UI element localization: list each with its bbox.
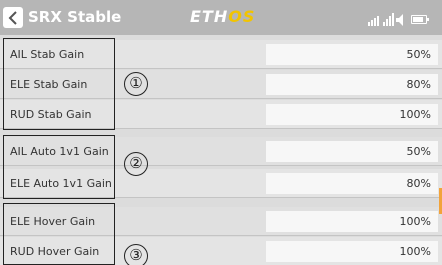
- row-label: ELE Hover Gain: [10, 214, 96, 228]
- setting-row-rud-stab-gain[interactable]: RUD Stab Gain 100%: [0, 100, 442, 129]
- setting-row-ele-auto-1v1-gain[interactable]: ELE Auto 1v1 Gain 80%: [0, 169, 442, 198]
- group-number-badge: ③: [124, 244, 148, 265]
- group-number-badge: ①: [124, 72, 148, 96]
- row-value-field[interactable]: 80%: [266, 172, 438, 194]
- settings-list: AIL Stab Gain 50% ELE Stab Gain 80% RUD …: [0, 35, 442, 265]
- row-label: RUD Stab Gain: [10, 107, 92, 121]
- back-button[interactable]: [3, 7, 23, 28]
- row-label: RUD Hover Gain: [10, 244, 100, 258]
- group-number-badge: ②: [124, 152, 148, 176]
- battery-icon: [411, 15, 429, 24]
- signal-strength-icon: [383, 12, 394, 26]
- status-icons: [368, 10, 429, 26]
- page-title: SRX Stable: [28, 8, 122, 26]
- header-bar: SRX Stable ETHOS: [0, 0, 442, 35]
- logo-text-os: OS: [228, 7, 256, 26]
- ethos-logo: ETHOS: [190, 7, 255, 26]
- row-value-field[interactable]: 100%: [266, 210, 438, 232]
- setting-row-ele-stab-gain[interactable]: ELE Stab Gain 80%: [0, 70, 442, 99]
- row-value-field[interactable]: 100%: [266, 240, 438, 262]
- signal-strength-icon: [368, 12, 379, 26]
- setting-row-ele-hover-gain[interactable]: ELE Hover Gain 100%: [0, 207, 442, 236]
- row-value-field[interactable]: 50%: [266, 140, 438, 162]
- row-label: AIL Auto 1v1 Gain: [10, 144, 109, 158]
- row-label: ELE Stab Gain: [10, 77, 88, 91]
- setting-row-rud-hover-gain[interactable]: RUD Hover Gain 100%: [0, 237, 442, 265]
- logo-text-eth: ETH: [190, 7, 229, 26]
- row-value-field[interactable]: 100%: [266, 103, 438, 125]
- row-value-field[interactable]: 80%: [266, 73, 438, 95]
- setting-row-ail-auto-1v1-gain[interactable]: AIL Auto 1v1 Gain 50%: [0, 137, 442, 166]
- row-value-field[interactable]: 50%: [266, 43, 438, 65]
- row-label: ELE Auto 1v1 Gain: [10, 176, 112, 190]
- speaker-icon: [396, 14, 406, 26]
- row-label: AIL Stab Gain: [10, 47, 85, 61]
- back-arrow-icon: [8, 10, 17, 25]
- setting-row-ail-stab-gain[interactable]: AIL Stab Gain 50%: [0, 40, 442, 69]
